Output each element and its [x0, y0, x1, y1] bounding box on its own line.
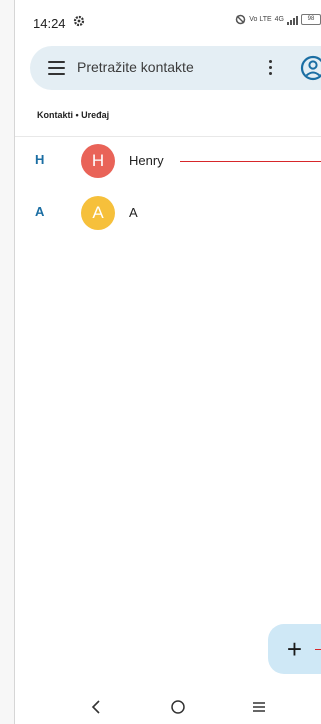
- network-gen: 4G: [274, 16, 284, 23]
- contact-row-a[interactable]: A A A: [15, 193, 321, 233]
- mute-icon: [235, 14, 246, 25]
- avatar: H: [81, 144, 115, 178]
- search-input[interactable]: Pretražite kontakte: [77, 59, 194, 75]
- contacts-screen: 14:24 Vo LTE 4G 98 Pretražite kontakte K…: [15, 0, 321, 724]
- status-icons: Vo LTE 4G 98: [235, 14, 321, 25]
- status-time: 14:24: [33, 16, 66, 31]
- battery-icon: 98: [301, 14, 321, 25]
- add-icon: +: [286, 633, 303, 664]
- annotation-line: [315, 649, 321, 650]
- add-contact-button[interactable]: +: [268, 624, 321, 674]
- contact-name: A: [129, 205, 138, 220]
- device-bezel: [0, 0, 15, 724]
- section-letter: A: [35, 204, 45, 219]
- contact-name: Henry: [129, 153, 164, 168]
- menu-icon[interactable]: [250, 698, 268, 716]
- gear-icon: [73, 15, 85, 27]
- annotation-line: [180, 161, 321, 162]
- navigation-bar: [15, 690, 321, 724]
- divider: [15, 136, 321, 137]
- search-bar[interactable]: Pretražite kontakte: [30, 46, 321, 90]
- hamburger-icon[interactable]: [48, 61, 65, 75]
- home-icon[interactable]: [169, 698, 187, 716]
- status-bar: 14:24 Vo LTE 4G 98: [15, 0, 321, 40]
- signal-icon: [287, 15, 298, 25]
- more-vert-icon[interactable]: [265, 58, 275, 78]
- contact-row-henry[interactable]: H H Henry: [15, 141, 321, 181]
- account-circle-icon[interactable]: [300, 55, 321, 81]
- account-label: Kontakti • Uređaj: [37, 110, 110, 120]
- avatar: A: [81, 196, 115, 230]
- section-letter: H: [35, 152, 45, 167]
- back-icon[interactable]: [88, 698, 106, 716]
- volte-icon: Vo LTE: [249, 16, 272, 23]
